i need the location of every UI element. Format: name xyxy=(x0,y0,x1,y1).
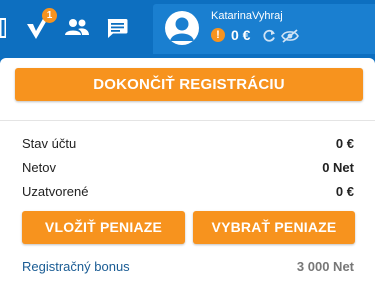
net-label: Netov xyxy=(22,160,56,175)
closed-value: 0 € xyxy=(335,184,354,199)
top-bar: 1 KatarinaVyhraj ! 0 € xyxy=(0,0,375,56)
account-dropdown-card: DOKONČIŤ REGISTRÁCIU Stav účtu 0 € Netov… xyxy=(0,58,375,290)
registration-bonus-value: 3 000 Net xyxy=(296,259,354,274)
complete-registration-button[interactable]: DOKONČIŤ REGISTRÁCIU xyxy=(15,68,363,101)
refresh-icon[interactable] xyxy=(262,29,276,43)
registration-bonus-link[interactable]: Registračný bonus xyxy=(22,259,130,274)
username: KatarinaVyhraj xyxy=(211,10,283,22)
menu-edge-icon[interactable] xyxy=(0,18,8,38)
notification-badge: 1 xyxy=(42,8,57,23)
deposit-button[interactable]: VLOŽIŤ PENIAZE xyxy=(22,211,185,244)
chat-icon[interactable] xyxy=(106,18,128,39)
account-panel[interactable]: KatarinaVyhraj ! 0 € xyxy=(153,4,375,54)
account-state-value: 0 € xyxy=(335,136,354,151)
users-icon[interactable] xyxy=(64,18,90,38)
net-value: 0 Net xyxy=(322,160,354,175)
withdraw-button[interactable]: VYBRAŤ PENIAZE xyxy=(193,211,355,244)
account-balance: 0 € xyxy=(231,27,251,43)
closed-label: Uzatvorené xyxy=(22,184,89,199)
eye-off-icon[interactable] xyxy=(281,29,299,43)
user-avatar-icon[interactable] xyxy=(165,11,199,45)
divider xyxy=(0,120,375,121)
warning-icon: ! xyxy=(211,28,225,42)
account-state-label: Stav účtu xyxy=(22,136,77,151)
top-nav: 1 xyxy=(0,0,150,56)
